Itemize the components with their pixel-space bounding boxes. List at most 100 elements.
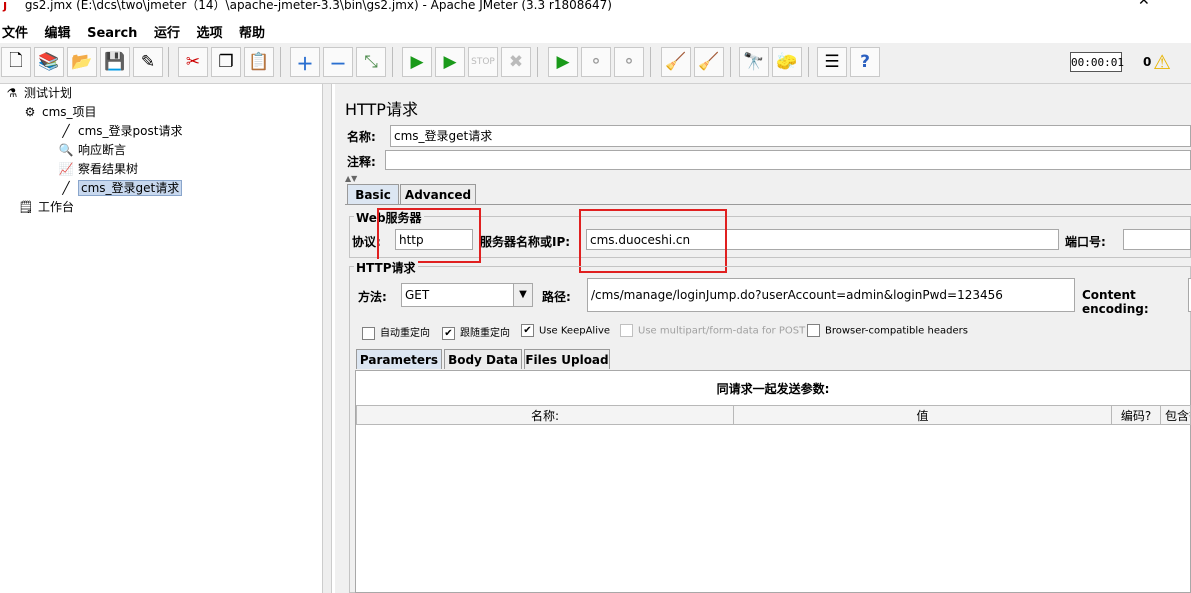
name-label: 名称: [347, 130, 376, 144]
chevron-down-icon[interactable]: ▼ [513, 284, 532, 306]
tab-files-upload[interactable]: Files Upload [524, 349, 610, 369]
remote-start-icon[interactable]: ▶ [548, 47, 578, 77]
tree-node-thread-group[interactable]: ⚙ cms_项目 [22, 103, 97, 121]
collapse-arrows-icon[interactable]: ▲▼ [345, 174, 357, 183]
chart-icon: 📈 [58, 162, 74, 176]
http-request-title: HTTP请求 [354, 259, 418, 276]
parameters-table-area [355, 370, 1191, 593]
reset-search-icon[interactable]: 🧽 [772, 47, 802, 77]
tree-node-assertion[interactable]: 🔍 响应断言 [58, 141, 127, 159]
stop-icon[interactable]: STOP [468, 47, 498, 77]
comment-label: 注释: [347, 155, 376, 169]
save-as-icon[interactable]: ✎ [133, 47, 163, 77]
pipette-icon: ╱ [62, 181, 70, 195]
tab-basic[interactable]: Basic [347, 184, 399, 204]
check-icon[interactable]: ✔ [521, 324, 534, 337]
function-helper-icon[interactable]: ☰ [817, 47, 847, 77]
path-field[interactable]: /cms/manage/loginJump.do?userAccount=adm… [587, 278, 1075, 312]
tab-parameters[interactable]: Parameters [356, 349, 442, 369]
toolbar-separator [168, 47, 169, 77]
menu-search[interactable]: Search [87, 22, 137, 45]
remote-stop-icon[interactable]: ⚬ [581, 47, 611, 77]
templates-icon[interactable]: 📚 [34, 47, 64, 77]
port-label: 端口号: [1065, 235, 1106, 249]
column-header-name[interactable]: 名称: [356, 405, 734, 425]
tab-body-data[interactable]: Body Data [444, 349, 522, 369]
clear-all-icon[interactable]: 🧹 [694, 47, 724, 77]
column-header-include-equals[interactable]: 包含等 [1160, 405, 1191, 425]
toggle-icon[interactable]: ⤡ [356, 47, 386, 77]
workbench-icon: 🗒 [18, 200, 34, 214]
page-title: HTTP请求 [345, 100, 418, 119]
tab-divider [345, 204, 1191, 205]
checkbox-box[interactable] [620, 324, 633, 337]
annotation-box-server [579, 209, 727, 273]
close-window-icon[interactable]: ✕ [1138, 0, 1150, 8]
column-header-value[interactable]: 值 [733, 405, 1112, 425]
method-label: 方法: [358, 290, 387, 304]
clear-icon[interactable]: 🧹 [661, 47, 691, 77]
menu-options[interactable]: 选项 [197, 18, 223, 45]
toolbar-separator [392, 47, 393, 77]
toolbar: 🗋 📚 📂 💾 ✎ ✂ ❐ 📋 ＋ － ⤡ ▶ ▶ STOP ✖ ▶ ⚬ ⚬ 🧹… [0, 43, 1191, 84]
cut-icon[interactable]: ✂ [178, 47, 208, 77]
name-field[interactable]: cms_登录get请求 [390, 125, 1191, 147]
jmeter-feather-icon: ȷ [3, 0, 8, 12]
menu-bar: 文件 编辑 Search 运行 选项 帮助 [0, 18, 1191, 42]
checkbox-auto-redirect[interactable]: 自动重定向 [362, 324, 430, 340]
check-icon[interactable]: ✔ [442, 326, 455, 340]
tree-node-test-plan[interactable]: ⚗ 测试计划 [4, 84, 72, 102]
comment-field[interactable] [385, 150, 1191, 170]
toolbar-separator [280, 47, 281, 77]
menu-edit[interactable]: 编辑 [45, 18, 71, 45]
toolbar-separator [808, 47, 809, 77]
toolbar-separator [650, 47, 651, 77]
split-pane-divider[interactable] [322, 84, 332, 593]
checkbox-box[interactable] [807, 324, 820, 337]
path-label: 路径: [542, 290, 571, 304]
start-icon[interactable]: ▶ [402, 47, 432, 77]
help-icon[interactable]: ? [850, 47, 880, 77]
menu-help[interactable]: 帮助 [239, 18, 265, 45]
checkbox-follow-redirects[interactable]: ✔ 跟随重定向 [442, 324, 510, 340]
pipette-icon: ╱ [62, 124, 70, 138]
tree-node-workbench[interactable]: 🗒 工作台 [18, 198, 74, 216]
annotation-box-protocol [377, 208, 481, 263]
tree-node-results-tree[interactable]: 📈 察看结果树 [58, 160, 139, 178]
remote-shutdown-icon[interactable]: ⚬ [614, 47, 644, 77]
paste-icon[interactable]: 📋 [244, 47, 274, 77]
start-no-pauses-icon[interactable]: ▶ [435, 47, 465, 77]
method-select[interactable]: GET ▼ [401, 283, 533, 307]
toolbar-separator [730, 47, 731, 77]
menu-run[interactable]: 运行 [154, 18, 180, 45]
elapsed-timer: 00:00:01 [1070, 52, 1124, 72]
menu-file[interactable]: 文件 [2, 18, 28, 45]
window-title-bar: ȷ gs2.jmx (E:\dcs\two\jmeter（14）\apache-… [0, 0, 1191, 16]
checkbox-use-keepalive[interactable]: ✔ Use KeepAlive [521, 324, 610, 337]
tree-node-http-get[interactable]: ╱ cms_登录get请求 [58, 179, 183, 197]
checkbox-box[interactable] [362, 326, 375, 340]
port-field[interactable] [1123, 229, 1191, 250]
toolbar-separator [537, 47, 538, 77]
tree-node-http-post[interactable]: ╱ cms_登录post请求 [58, 122, 182, 140]
save-icon[interactable]: 💾 [100, 47, 130, 77]
search-binoculars-icon[interactable]: 🔭 [739, 47, 769, 77]
test-plan-tree: ⚗ 测试计划 ⚙ cms_项目 ╱ cms_登录post请求 🔍 响应断言 📈 察看结果树… [0, 84, 323, 593]
parameters-caption: 同请求一起发送参数: [716, 382, 830, 396]
content-encoding-label: Content encoding: [1082, 288, 1149, 316]
column-header-encode[interactable]: 编码? [1111, 405, 1161, 425]
magnifier-icon: 🔍 [58, 143, 74, 157]
shutdown-icon[interactable]: ✖ [501, 47, 531, 77]
gear-icon: ⚙ [24, 105, 36, 119]
checkbox-browser-compatible[interactable]: Browser-compatible headers [807, 324, 968, 337]
server-label: 服务器名称或IP: [480, 235, 571, 249]
tab-advanced[interactable]: Advanced [400, 184, 476, 204]
copy-icon[interactable]: ❐ [211, 47, 241, 77]
flask-icon: ⚗ [6, 86, 18, 100]
new-icon[interactable]: 🗋 [1, 47, 31, 77]
expand-all-icon[interactable]: ＋ [290, 47, 320, 77]
warning-icon[interactable]: ⚠ [1153, 50, 1171, 74]
open-icon[interactable]: 📂 [67, 47, 97, 77]
collapse-all-icon[interactable]: － [323, 47, 353, 77]
checkbox-multipart[interactable]: Use multipart/form-data for POST [620, 324, 805, 337]
